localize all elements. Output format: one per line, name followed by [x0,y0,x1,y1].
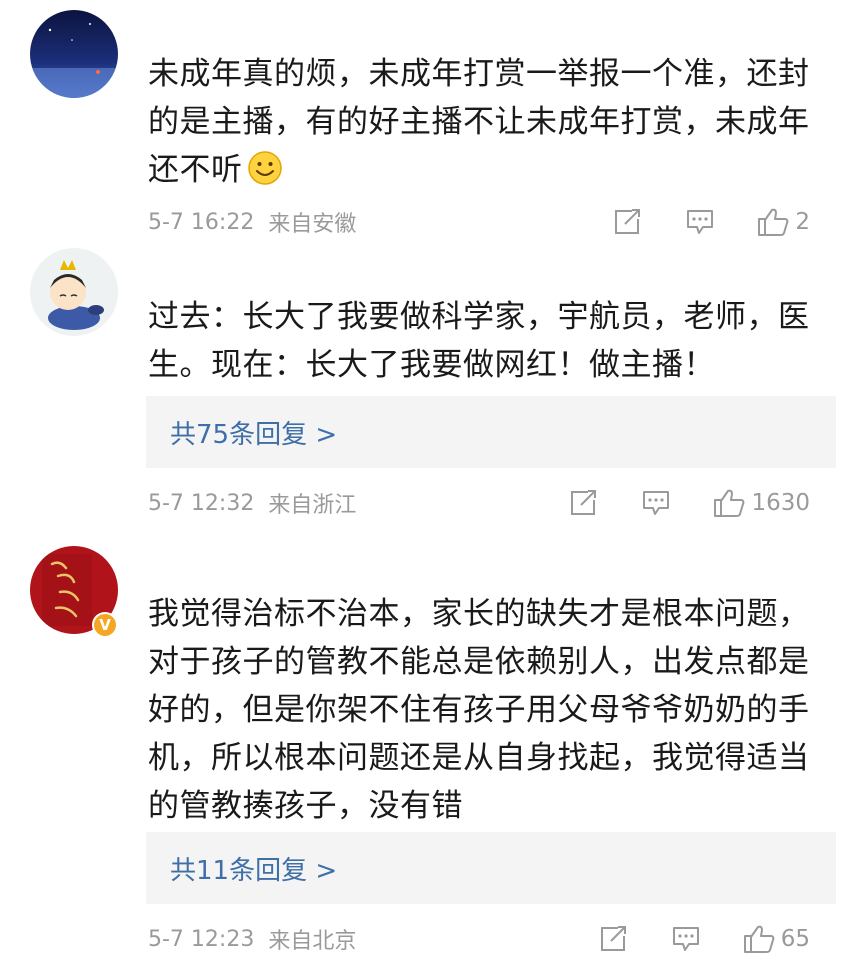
like-button[interactable]: 2 [757,207,810,237]
comment-time: 5-7 12:32 [148,490,255,516]
smiley-emoji-icon [247,150,283,186]
comment-icon [643,491,670,515]
comment-button[interactable] [641,489,671,517]
view-replies-button[interactable]: 共75条回复 > [146,396,836,468]
avatar[interactable] [30,10,118,98]
reply-count-link[interactable]: 共75条回复 > [170,414,337,451]
comment-icon [672,927,699,951]
like-button[interactable]: 1630 [713,488,810,518]
share-button[interactable] [569,489,599,517]
thumbs-up-icon [758,208,789,236]
comment-location: 来自浙江 [268,493,357,518]
thumbs-up-icon [714,489,745,517]
reply-count-link[interactable]: 共11条回复 > [170,850,337,887]
like-button[interactable]: 65 [743,924,810,954]
comment-time: 5-7 16:22 [148,209,255,235]
comment-button[interactable] [671,925,701,953]
comment-text: 过去：长大了我要做科学家，宇航员，老师，医生。现在：长大了我要做网红！做主播！ [148,299,810,383]
comment-actions: 1630 [569,488,810,518]
comment-actions: 2 [613,207,810,237]
share-button[interactable] [613,208,643,236]
share-icon [571,490,597,515]
comment-button[interactable] [685,208,715,236]
comment-actions: 65 [599,924,810,954]
share-icon [615,209,641,234]
view-replies-button[interactable]: 共11条回复 > [146,832,836,904]
comment-time: 5-7 12:23 [148,926,255,952]
verified-badge-label: V [99,616,111,634]
comment-text: 我觉得治标不治本，家长的缺失才是根本问题，对于孩子的管教不能总是依赖别人，出发点… [148,596,810,824]
comment-icon [687,210,714,234]
comment-location: 来自北京 [268,929,357,954]
like-count: 65 [780,926,810,952]
avatar[interactable] [30,248,118,336]
verified-badge-icon: V [92,612,118,638]
comment-meta: 5-7 16:22 来自安徽 2 [148,202,838,242]
comment-meta: 5-7 12:32 来自浙江 1630 [148,483,838,523]
comment-meta: 5-7 12:23 来自北京 65 [148,919,838,959]
share-icon [600,926,626,951]
share-button[interactable] [599,925,629,953]
comment-location: 来自安徽 [268,212,357,237]
like-count: 1630 [751,490,810,516]
like-count: 2 [795,209,810,235]
thumbs-up-icon [743,925,775,953]
